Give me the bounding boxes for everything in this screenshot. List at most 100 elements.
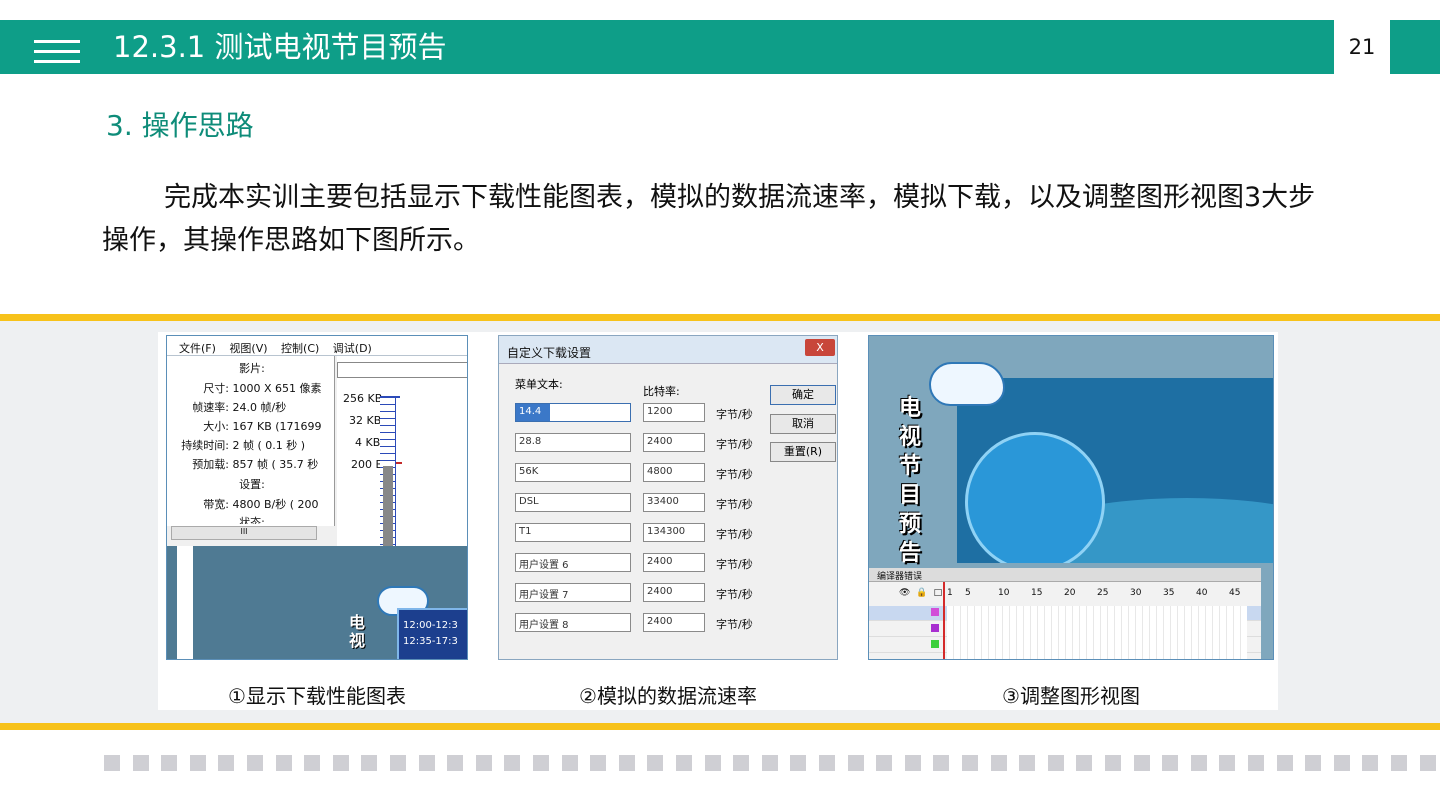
- stage-artwork: [957, 378, 1273, 563]
- decorative-square: [1334, 755, 1350, 771]
- bitrate-input[interactable]: 2400: [643, 553, 705, 572]
- decorative-square: [676, 755, 692, 771]
- bitrate-input[interactable]: 134300: [643, 523, 705, 542]
- decorative-square: [504, 755, 520, 771]
- player-preview: 12:00-12:3 12:35-17:3 电视: [167, 546, 467, 659]
- close-button[interactable]: X: [805, 339, 835, 356]
- unit-label: 字节/秒: [716, 618, 753, 631]
- bitrate-input[interactable]: 2400: [643, 433, 705, 452]
- cloud-icon: [929, 362, 1005, 406]
- bitrate-input[interactable]: 2400: [643, 583, 705, 602]
- layer-color-swatch: [931, 624, 939, 632]
- decorative-square: [848, 755, 864, 771]
- decorative-square: [361, 755, 377, 771]
- decorative-square: [247, 755, 263, 771]
- menu-icon[interactable]: [34, 40, 80, 64]
- decorative-square: [419, 755, 435, 771]
- bitrate-input[interactable]: 2400: [643, 613, 705, 632]
- bitrate-input[interactable]: 4800: [643, 463, 705, 482]
- unit-label: 字节/秒: [716, 438, 753, 451]
- schedule-box: 12:00-12:3 12:35-17:3: [397, 608, 467, 659]
- decorative-square: [733, 755, 749, 771]
- menu-control[interactable]: 控制(C): [281, 342, 319, 355]
- movie-info-panel: 影片: 尺寸: 1000 X 651 像素 帧速率: 24.0 帧/秒 大小: …: [167, 356, 335, 526]
- reset-button[interactable]: 重置(R): [770, 442, 836, 462]
- menu-text-input[interactable]: 用户设置 6: [515, 553, 631, 572]
- menu-text-label: 菜单文本:: [515, 378, 563, 391]
- scale-label: 32 KB: [349, 414, 382, 427]
- gold-divider-bottom: [0, 723, 1440, 730]
- slide-title: 12.3.1 测试电视节目预告: [113, 30, 447, 64]
- horizontal-scrollbar[interactable]: III: [171, 526, 317, 540]
- slide: 12.3.1 测试电视节目预告 21 3. 操作思路 完成本实训主要包括显示下载…: [0, 0, 1440, 810]
- decorative-square: [333, 755, 349, 771]
- figure-caption: ③调整图形视图: [1002, 684, 1140, 708]
- decorative-square: [533, 755, 549, 771]
- unit-label: 字节/秒: [716, 528, 753, 541]
- layer-header-icons: 👁🔒□: [899, 588, 949, 598]
- menu-text-input[interactable]: 56K: [515, 463, 631, 482]
- section-heading: 3. 操作思路: [106, 109, 254, 142]
- decorative-square: [647, 755, 663, 771]
- menu-debug[interactable]: 调试(D): [333, 342, 372, 355]
- frame-numbers: 1 5 10 15 20 25 30 35 40 45: [947, 588, 1241, 598]
- menu-text-input[interactable]: 14.4: [515, 403, 631, 422]
- decorative-square: [1362, 755, 1378, 771]
- bitrate-label: 比特率:: [643, 385, 680, 398]
- bitrate-input[interactable]: 33400: [643, 493, 705, 512]
- menu-text-input[interactable]: 用户设置 8: [515, 613, 631, 632]
- scale-label: 256 KB: [343, 392, 383, 405]
- bandwidth-graph: 256 KB 32 KB 4 KB 200 B: [337, 356, 467, 548]
- frame-grid: [947, 606, 1247, 659]
- decorative-square: [991, 755, 1007, 771]
- scale-label: 4 KB: [355, 436, 381, 449]
- info-row: 带宽: 4800 B/秒 ( 200: [203, 498, 319, 511]
- decorative-square: [1277, 755, 1293, 771]
- menu-text-input[interactable]: 用户设置 7: [515, 583, 631, 602]
- decorative-square: [1219, 755, 1235, 771]
- menu-text-input[interactable]: DSL: [515, 493, 631, 512]
- timeline-panel: 编译器错误 👁🔒□ 1 5 10 15 20 25 30 35 40 45: [869, 568, 1261, 659]
- preview-margin: [177, 546, 193, 659]
- figure-flash-stage: 电视节目预告 编译器错误 👁🔒□ 1 5 10 15 20 25 30 35 40 45: [868, 335, 1274, 660]
- menu-text-input[interactable]: 28.8: [515, 433, 631, 452]
- decorative-square: [190, 755, 206, 771]
- info-row: 大小: 167 KB (171699: [203, 420, 322, 433]
- decorative-square: [133, 755, 149, 771]
- decorative-square: [933, 755, 949, 771]
- bitrate-input[interactable]: 1200: [643, 403, 705, 422]
- decorative-square: [1305, 755, 1321, 771]
- info-row: 预加载: 857 帧 ( 35.7 秒: [192, 458, 319, 471]
- timeline-ruler: [337, 362, 467, 378]
- title-bar: 12.3.1 测试电视节目预告 21: [0, 20, 1440, 74]
- info-header: 状态:: [239, 516, 265, 524]
- decorative-square: [705, 755, 721, 771]
- playhead[interactable]: [943, 582, 945, 659]
- unit-label: 字节/秒: [716, 468, 753, 481]
- decorative-square: [304, 755, 320, 771]
- gold-divider-top: [0, 314, 1440, 321]
- menu-text-input[interactable]: T1: [515, 523, 631, 542]
- layer-color-swatch: [931, 640, 939, 648]
- menu-file[interactable]: 文件(F): [179, 342, 216, 355]
- dialog-titlebar: 自定义下载设置 X: [499, 336, 837, 364]
- info-header: 设置:: [239, 478, 265, 491]
- decorative-square: [447, 755, 463, 771]
- decorative-square: [104, 755, 120, 771]
- ok-button[interactable]: 确定: [770, 385, 836, 405]
- decorative-square: [1420, 755, 1436, 771]
- unit-label: 字节/秒: [716, 408, 753, 421]
- decorative-square: [1076, 755, 1092, 771]
- decorative-square: [905, 755, 921, 771]
- globe-image: [965, 432, 1105, 563]
- figure-caption: ②模拟的数据流速率: [579, 684, 757, 708]
- cancel-button[interactable]: 取消: [770, 414, 836, 434]
- dialog-title: 自定义下载设置: [507, 346, 592, 360]
- panel-tab[interactable]: 编译器错误: [869, 568, 1261, 582]
- menu-view[interactable]: 视图(V): [229, 342, 267, 355]
- info-row: 持续时间: 2 帧 ( 0.1 秒 ): [181, 439, 306, 452]
- decorative-square: [819, 755, 835, 771]
- vertical-title: 电视节目预告: [899, 396, 922, 566]
- unit-label: 字节/秒: [716, 558, 753, 571]
- decorative-square: [876, 755, 892, 771]
